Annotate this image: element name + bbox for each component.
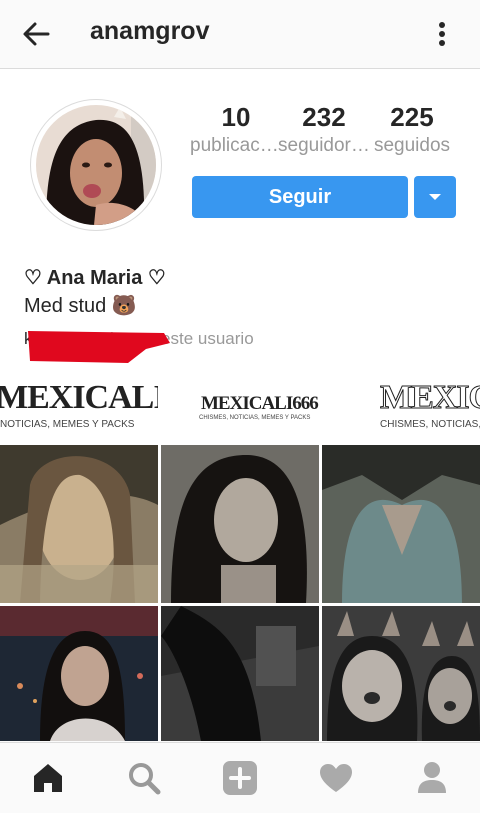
add-post-icon[interactable] — [217, 755, 263, 801]
banner-title: MEXICALI — [380, 379, 480, 417]
followers-count: 232 — [302, 102, 346, 132]
banner-subtitle: NOTICIAS, MEMES Y PACKS — [0, 419, 135, 430]
posts-label: publicaciones — [190, 135, 282, 156]
following-count: 225 — [390, 102, 434, 132]
chevron-down-icon — [429, 194, 441, 200]
banner-title: MEXICALI666 — [0, 379, 158, 416]
profile-full-name: ♡ Ana Maria ♡ — [24, 267, 166, 289]
stat-followers[interactable]: 232 seguidores — [278, 102, 370, 160]
post-tile[interactable] — [161, 606, 319, 741]
follow-button[interactable]: Seguir — [192, 176, 408, 218]
search-icon[interactable] — [121, 755, 167, 801]
post-tile[interactable] — [0, 606, 158, 741]
post-tile[interactable] — [161, 445, 319, 603]
avatar-photo — [36, 105, 156, 225]
posts-grid: MEXICALI666 NOTICIAS, MEMES Y PACKS MEXI… — [0, 373, 480, 741]
post-tile[interactable]: MEXICALI666 CHISMES, NOTICIAS, MEMES Y P… — [161, 373, 319, 443]
posts-count: 10 — [221, 102, 251, 132]
back-arrow-icon[interactable] — [18, 18, 54, 50]
stat-following[interactable]: 225 seguidos — [366, 102, 458, 160]
profile-icon[interactable] — [409, 755, 455, 801]
banner-title: MEXICALI666 — [201, 393, 319, 414]
post-tile[interactable]: MEXICALI CHISMES, NOTICIAS, MEMES — [322, 373, 480, 443]
followers-label: seguidores — [278, 135, 370, 156]
more-options-icon[interactable] — [430, 14, 454, 54]
suggestions-dropdown-button[interactable] — [414, 176, 456, 218]
banner-subtitle: CHISMES, NOTICIAS, MEMES Y PACKS — [199, 415, 311, 421]
top-bar: anamgrov — [0, 0, 480, 69]
post-tile[interactable] — [0, 445, 158, 603]
profile-header: 10 publicaciones 232 seguidores 225 segu… — [0, 69, 480, 373]
heart-icon[interactable] — [313, 755, 359, 801]
stat-posts[interactable]: 10 publicaciones — [190, 102, 282, 160]
redaction-mark — [28, 331, 170, 363]
profile-bio: Med stud 🐻 — [24, 295, 137, 317]
post-tile[interactable]: MEXICALI666 NOTICIAS, MEMES Y PACKS — [0, 373, 158, 443]
profile-username: anamgrov — [90, 17, 210, 45]
following-label: seguidos — [373, 135, 451, 156]
post-tile[interactable] — [322, 606, 480, 741]
post-tile[interactable] — [322, 445, 480, 603]
avatar[interactable] — [30, 99, 162, 231]
bottom-nav — [0, 742, 480, 813]
home-icon[interactable] — [25, 755, 71, 801]
banner-subtitle: CHISMES, NOTICIAS, MEMES — [380, 419, 480, 430]
